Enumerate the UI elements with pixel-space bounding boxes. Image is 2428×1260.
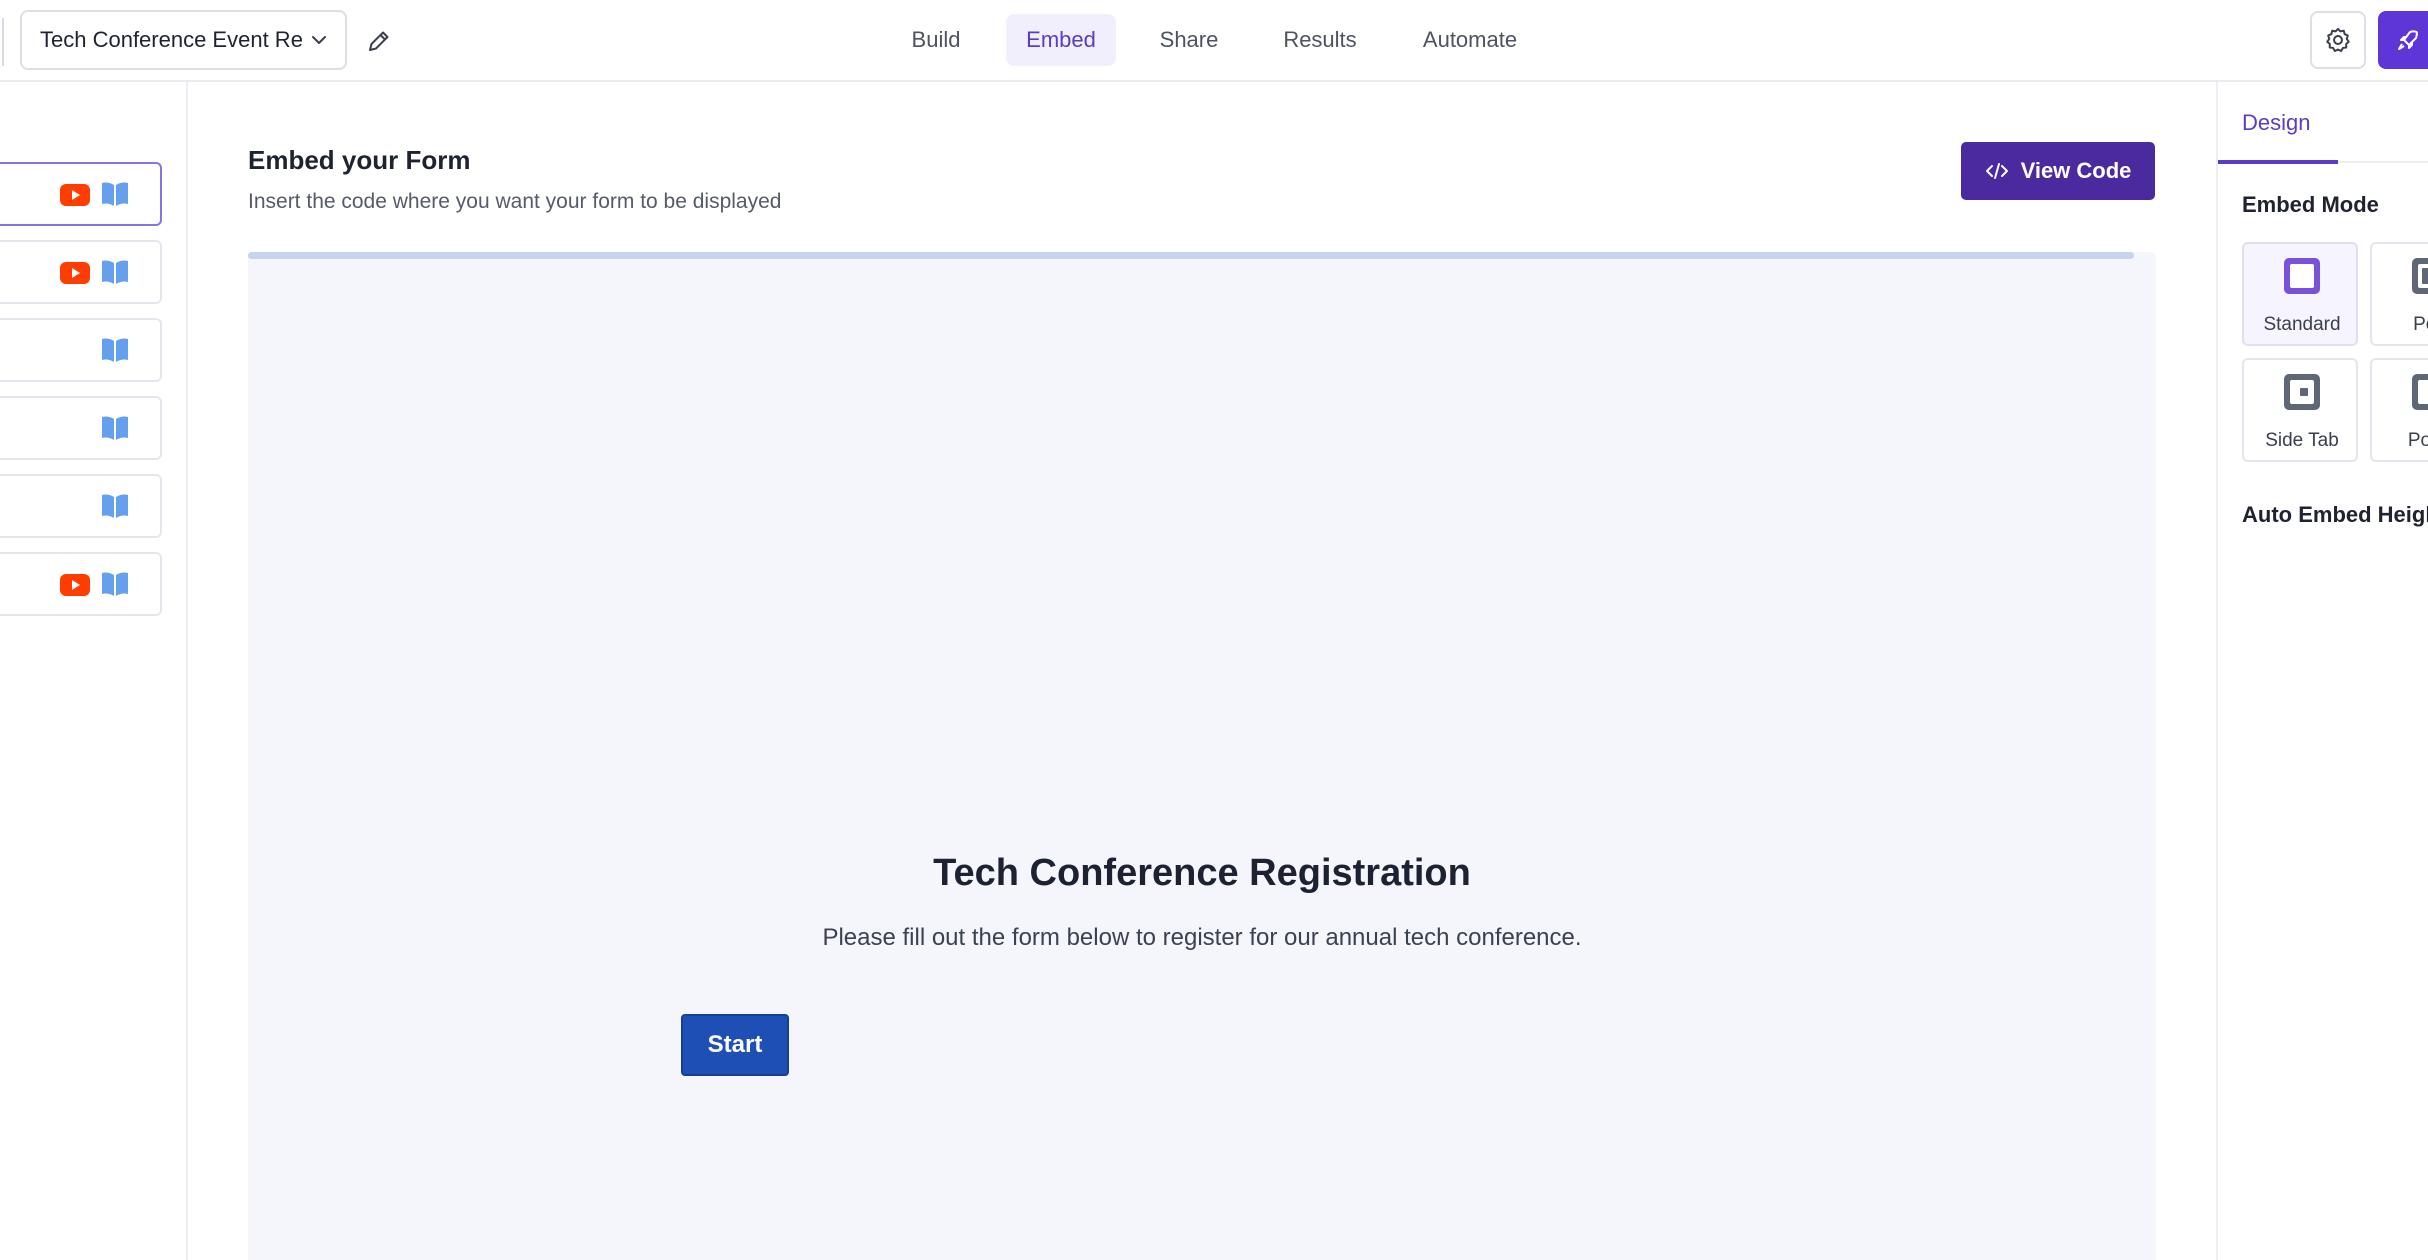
book-icon	[102, 260, 128, 284]
code-icon	[1985, 163, 2008, 179]
page-subtitle: Insert the code where you want your form…	[248, 190, 782, 213]
form-preview: Tech Conference Registration Please fill…	[248, 252, 2156, 1260]
tab-design[interactable]: Design	[2218, 82, 2338, 164]
tab-build[interactable]: Build	[890, 14, 982, 66]
popup-embed-icon	[2412, 258, 2428, 294]
sidebar-item[interactable]	[0, 162, 162, 226]
mode-side-tab[interactable]: Side Tab	[2242, 358, 2358, 462]
form-description: Please fill out the form below to regist…	[822, 924, 1582, 951]
standard-embed-icon	[2284, 258, 2320, 294]
mode-popup[interactable]: Pop	[2370, 242, 2428, 346]
page-title: Embed your Form	[248, 145, 471, 175]
book-icon	[102, 338, 128, 362]
mode-label: Side Tab	[2265, 430, 2339, 451]
book-icon	[102, 572, 128, 596]
book-icon	[102, 416, 128, 440]
mode-label: Popo	[2407, 430, 2428, 451]
mode-popover[interactable]: Popo	[2370, 358, 2428, 462]
tab-results[interactable]: Results	[1270, 14, 1370, 66]
sidebar-item[interactable]	[0, 396, 162, 460]
youtube-icon	[60, 262, 90, 284]
preview-progress-bar	[248, 252, 2134, 259]
top-bar: Tech Conference Event Re Build Embed Sha…	[0, 0, 2428, 82]
design-panel: Design Embed Mode Standard Pop Side	[2216, 82, 2428, 1260]
book-icon	[102, 494, 128, 518]
form-title: Tech Conference Registration	[933, 852, 1471, 894]
sidebar-item[interactable]	[0, 240, 162, 304]
start-button[interactable]: Start	[681, 1014, 789, 1076]
rocket-icon	[2398, 30, 2418, 50]
tab-embed[interactable]: Embed	[1006, 14, 1116, 66]
auto-embed-height-heading: Auto Embed Heigh	[2242, 502, 2428, 527]
mode-standard[interactable]: Standard	[2242, 242, 2358, 346]
book-icon	[102, 182, 128, 206]
settings-button[interactable]	[2310, 11, 2366, 69]
view-code-label: View Code	[2020, 158, 2132, 183]
embed-mode-heading: Embed Mode	[2242, 192, 2379, 217]
mode-label: Pop	[2413, 314, 2428, 335]
mode-label: Standard	[2263, 314, 2341, 335]
app-root: Tech Conference Event Re Build Embed Sha…	[0, 0, 2428, 1260]
youtube-icon	[60, 184, 90, 206]
main-nav: Build Embed Share Results Automate	[0, 14, 2428, 68]
side-tab-embed-icon	[2284, 374, 2320, 410]
sidebar-item[interactable]	[0, 318, 162, 382]
view-code-button[interactable]: View Code	[1961, 142, 2155, 200]
publish-button[interactable]	[2378, 11, 2428, 69]
sidebar-item[interactable]	[0, 474, 162, 538]
question-sidebar	[0, 82, 188, 1260]
sidebar-item[interactable]	[0, 552, 162, 616]
youtube-icon	[60, 574, 90, 596]
gear-icon	[2326, 27, 2350, 52]
tab-automate[interactable]: Automate	[1408, 14, 1532, 66]
popover-embed-icon	[2412, 374, 2428, 410]
tab-share[interactable]: Share	[1142, 14, 1236, 66]
